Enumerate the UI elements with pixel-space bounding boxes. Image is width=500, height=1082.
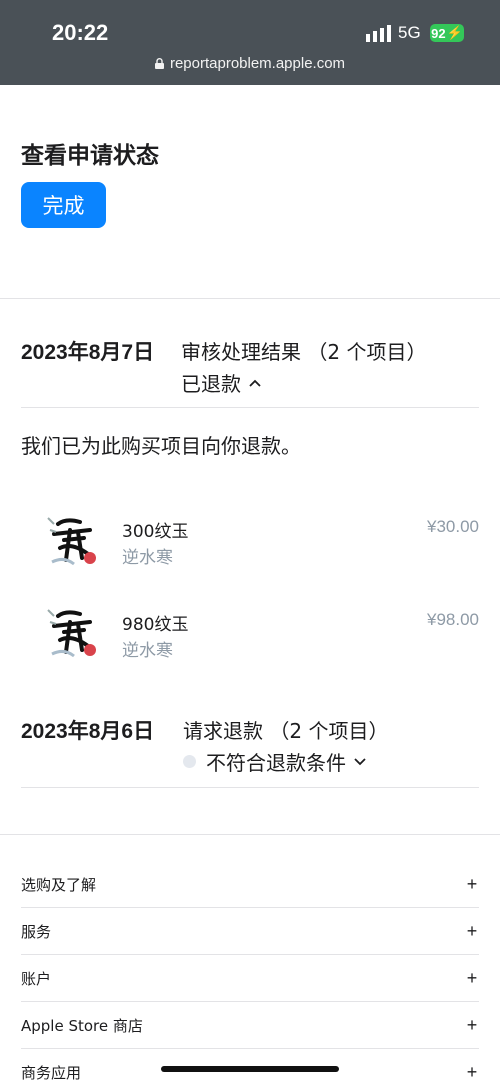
- plus-icon: +: [466, 967, 478, 988]
- divider: [21, 787, 479, 788]
- charging-icon: ⚡: [446, 25, 463, 40]
- done-button[interactable]: 完成: [21, 182, 106, 228]
- chevron-down-icon: [354, 757, 366, 765]
- game-thumbnail-icon: [44, 510, 102, 570]
- request-date: 2023年8月7日: [21, 341, 155, 364]
- footer-item-label: 选购及了解: [21, 875, 97, 894]
- page-title: 查看申请状态: [21, 143, 159, 169]
- footer-item-shop[interactable]: 选购及了解 +: [21, 861, 479, 908]
- refund-message: 我们已为此购买项目向你退款。: [21, 434, 301, 458]
- item-game: 逆水寒: [122, 641, 173, 661]
- address-bar[interactable]: reportaproblem.apple.com: [0, 55, 500, 72]
- network-type: 5G: [398, 23, 421, 42]
- item-price: ¥98.00: [427, 610, 479, 629]
- footer-item-label: 服务: [21, 922, 52, 941]
- status-label: 已退款: [181, 372, 241, 396]
- status-time: 20:22: [52, 20, 109, 45]
- plus-icon: +: [466, 920, 478, 941]
- battery-level: 92: [431, 25, 446, 41]
- footer-item-label: 账户: [21, 969, 52, 988]
- footer-item-account[interactable]: 账户 +: [21, 955, 479, 1002]
- request-title: 审核处理结果 （2 个项目）: [181, 340, 427, 364]
- chevron-up-icon: [249, 379, 261, 387]
- home-indicator[interactable]: [161, 1066, 339, 1072]
- plus-icon: +: [466, 1062, 478, 1082]
- url-text: reportaproblem.apple.com: [169, 55, 346, 72]
- item-name: 980纹玉: [122, 615, 189, 635]
- divider: [0, 834, 500, 835]
- status-toggle[interactable]: 已退款: [181, 368, 261, 397]
- item-name: 300纹玉: [122, 522, 189, 542]
- signal-icon: [366, 25, 391, 42]
- footer-item-apple-store[interactable]: Apple Store 商店 +: [21, 1002, 479, 1049]
- divider: [21, 407, 479, 408]
- lock-icon: [154, 58, 164, 69]
- game-thumbnail-icon: [44, 602, 102, 662]
- divider: [0, 298, 500, 299]
- item-game: 逆水寒: [122, 548, 173, 568]
- request-date: 2023年8月6日: [21, 720, 155, 743]
- plus-icon: +: [466, 1014, 478, 1035]
- browser-top-bar: 20:22 5G 92 ⚡ reportaproblem.apple.com: [0, 0, 500, 85]
- status-toggle[interactable]: 不符合退款条件: [183, 747, 366, 776]
- footer-item-label: 商务应用: [21, 1064, 82, 1082]
- status-label: 不符合退款条件: [206, 751, 346, 775]
- footer-item-label: Apple Store 商店: [21, 1016, 143, 1035]
- request-title: 请求退款 （2 个项目）: [183, 719, 389, 743]
- footer-item-services[interactable]: 服务 +: [21, 908, 479, 955]
- battery-icon: 92 ⚡: [430, 24, 464, 42]
- status-dot-icon: [183, 755, 196, 768]
- item-price: ¥30.00: [427, 517, 479, 536]
- plus-icon: +: [466, 873, 478, 894]
